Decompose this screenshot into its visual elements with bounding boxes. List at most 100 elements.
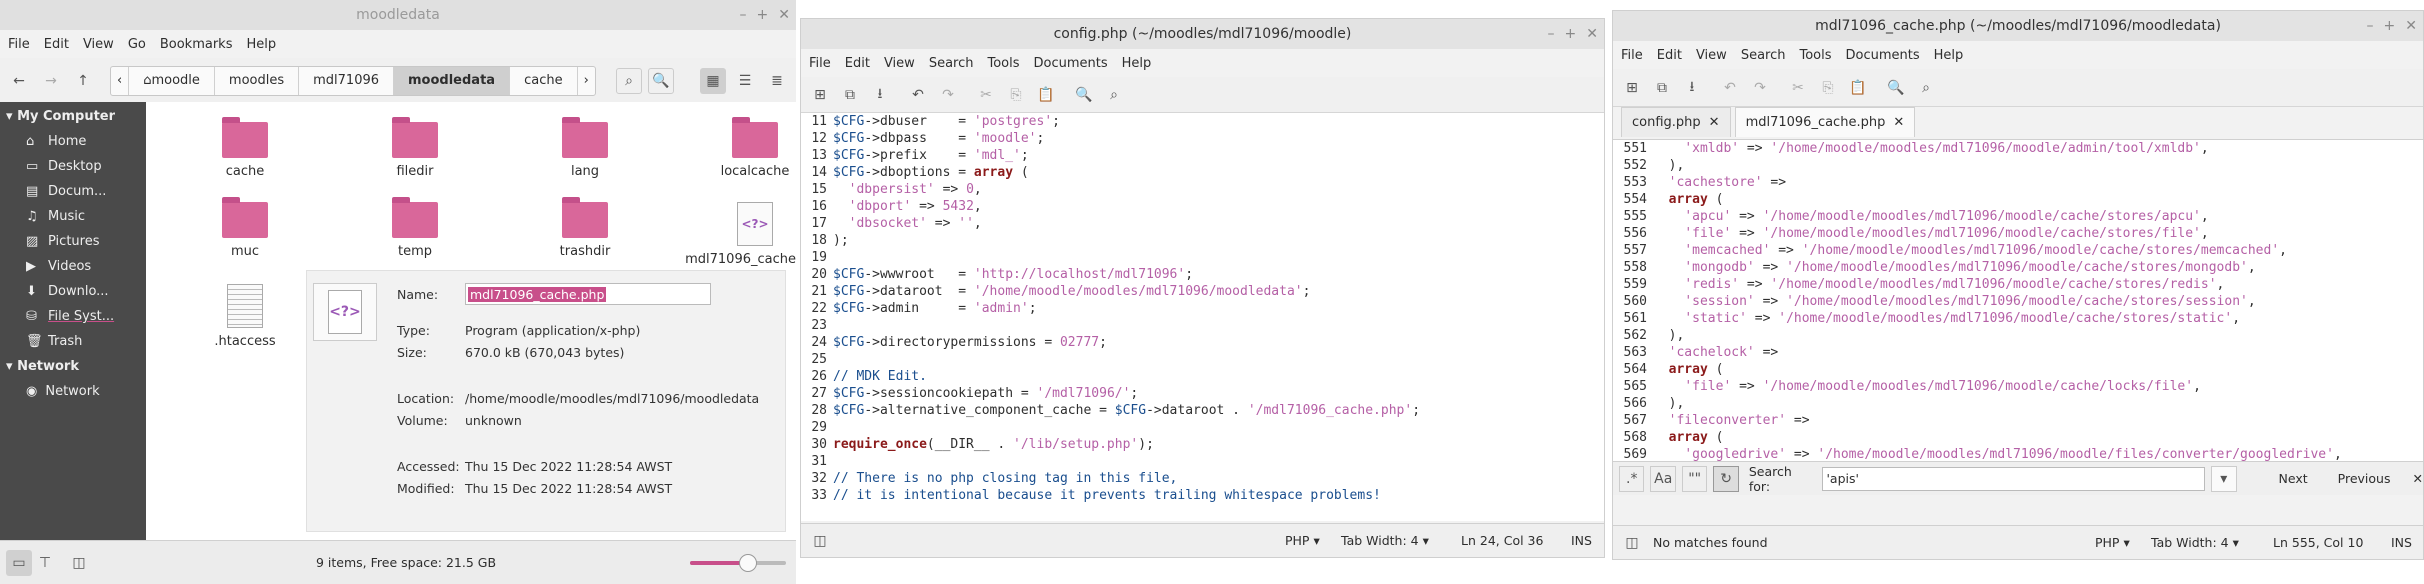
side-panel-icon[interactable]: ◫	[807, 528, 833, 554]
sidebar-item-file-syst[interactable]: ⛁ File Syst...	[0, 304, 146, 329]
file-item-cache[interactable]: cache	[170, 117, 320, 179]
close-icon[interactable]: ✕	[778, 7, 790, 23]
next-button[interactable]: Next	[2265, 467, 2322, 490]
new-file-icon[interactable]: ⊞	[1619, 75, 1645, 101]
file-item-htaccess[interactable]: .htaccess	[170, 284, 320, 349]
wrap-around-toggle[interactable]: ↻	[1713, 465, 1739, 492]
file-item-lang[interactable]: lang	[510, 117, 660, 179]
language-selector[interactable]: PHP ▾	[1285, 533, 1320, 548]
file-item-muc[interactable]: muc	[170, 197, 320, 259]
cut-icon[interactable]: ✂	[973, 82, 999, 108]
breadcrumb-moodledata[interactable]: moodledata	[394, 66, 511, 95]
copy-icon[interactable]: ⎘	[1815, 75, 1841, 101]
undo-icon[interactable]: ↶	[1717, 75, 1743, 101]
menu-view[interactable]: View	[884, 56, 915, 71]
menu-help[interactable]: Help	[246, 37, 276, 52]
minimize-icon[interactable]: –	[2367, 18, 2374, 34]
file-item-trashdir[interactable]: trashdir	[510, 197, 660, 259]
menu-tools[interactable]: Tools	[987, 56, 1019, 71]
editor2-titlebar[interactable]: mdl71096_cache.php (~/moodles/mdl71096/m…	[1613, 11, 2423, 41]
regex-toggle[interactable]: .*	[1619, 465, 1645, 492]
find-replace-icon[interactable]: ⌕	[1101, 82, 1127, 108]
tab-close-icon[interactable]: ✕	[1709, 115, 1720, 130]
menu-help[interactable]: Help	[1122, 56, 1152, 71]
find-icon[interactable]: 🔍	[1071, 82, 1097, 108]
sidebar-item-downlo[interactable]: ⬇ Downlo...	[0, 279, 146, 304]
maximize-icon[interactable]: +	[2384, 18, 2396, 34]
menu-file[interactable]: File	[8, 37, 30, 52]
file-item-temp[interactable]: temp	[340, 197, 490, 259]
redo-icon[interactable]: ↷	[935, 82, 961, 108]
save-icon[interactable]: ⭳	[1679, 75, 1705, 101]
paste-icon[interactable]: 📋	[1845, 75, 1871, 101]
sidebar-item-network[interactable]: ◉ Network	[0, 379, 146, 404]
zoom-slider-handle[interactable]	[738, 554, 757, 572]
file-item-filedir[interactable]: filedir	[340, 117, 490, 179]
menu-tools[interactable]: Tools	[1799, 48, 1831, 63]
sidebar-item-docum[interactable]: ▤ Docum...	[0, 179, 146, 204]
back-icon[interactable]: ←	[6, 68, 32, 94]
new-file-icon[interactable]: ⊞	[807, 82, 833, 108]
up-icon[interactable]: ↑	[70, 68, 96, 94]
find-icon[interactable]: 🔍	[1883, 75, 1909, 101]
code-editor[interactable]: 551 'xmldb' => '/home/moodle/moodles/mdl…	[1613, 139, 2423, 461]
side-panel-icon[interactable]: ◫	[1619, 530, 1645, 556]
find-replace-icon[interactable]: ⌕	[1913, 75, 1939, 101]
tab-close-icon[interactable]: ✕	[1893, 115, 1904, 130]
zoom-slider[interactable]	[690, 554, 786, 572]
copy-icon[interactable]: ⎘	[1003, 82, 1029, 108]
rename-field[interactable]: mdl71096_cache.php	[465, 283, 711, 305]
menu-view[interactable]: View	[1696, 48, 1727, 63]
editor1-titlebar[interactable]: config.php (~/moodles/mdl71096/moodle) –…	[801, 19, 1604, 49]
whole-word-toggle[interactable]: ""	[1681, 465, 1708, 492]
save-icon[interactable]: ⭳	[867, 82, 893, 108]
menu-documents[interactable]: Documents	[1034, 56, 1108, 71]
tab-width-selector[interactable]: Tab Width: 4 ▾	[2151, 535, 2239, 550]
menu-file[interactable]: File	[809, 56, 831, 71]
code-editor[interactable]: 11 $CFG->dbuser = 'postgres'; 12 $CFG->dbpa…	[801, 113, 1604, 521]
paste-icon[interactable]: 📋	[1033, 82, 1059, 108]
list-view-icon[interactable]: ☰	[732, 68, 758, 94]
compact-view-icon[interactable]: ≣	[764, 68, 790, 94]
menu-search[interactable]: Search	[929, 56, 974, 71]
menu-view[interactable]: View	[83, 37, 114, 52]
open-icon[interactable]: ⧉	[1649, 75, 1675, 101]
toggle-location-icon[interactable]: ⌕	[616, 67, 642, 94]
file-item-mdl71096-cache-php[interactable]: <?>mdl71096_cache.php	[680, 202, 796, 267]
sidebar-item-pictures[interactable]: ▨ Pictures	[0, 229, 146, 254]
breadcrumb-moodle[interactable]: ⌂ moodle	[129, 66, 215, 95]
menu-file[interactable]: File	[1621, 48, 1643, 63]
redo-icon[interactable]: ↷	[1747, 75, 1773, 101]
breadcrumb-right-icon[interactable]: ›	[578, 67, 595, 95]
menu-help[interactable]: Help	[1934, 48, 1964, 63]
file-item-localcache[interactable]: localcache	[680, 117, 796, 179]
sidebar-item-music[interactable]: ♫ Music	[0, 204, 146, 229]
forward-icon[interactable]: →	[38, 68, 64, 94]
sidebar-item-trash[interactable]: 🗑 Trash	[0, 329, 146, 354]
menu-edit[interactable]: Edit	[44, 37, 69, 52]
menu-search[interactable]: Search	[1741, 48, 1786, 63]
sidebar-item-desktop[interactable]: ▭ Desktop	[0, 154, 146, 179]
maximize-icon[interactable]: +	[1565, 26, 1577, 42]
cut-icon[interactable]: ✂	[1785, 75, 1811, 101]
tree-icon[interactable]: ⊤	[32, 550, 58, 576]
sidebar-item-home[interactable]: ⌂ Home	[0, 129, 146, 154]
open-icon[interactable]: ⧉	[837, 82, 863, 108]
breadcrumb-left-icon[interactable]: ‹	[111, 66, 130, 95]
breadcrumb-cache[interactable]: cache	[510, 66, 578, 95]
places-icon[interactable]: ▭	[6, 549, 32, 576]
sidebar-item-videos[interactable]: ▶ Videos	[0, 254, 146, 279]
tab-cache-php[interactable]: mdl71096_cache.php ✕	[1734, 107, 1916, 137]
search-history-dropdown[interactable]: ▾	[2211, 465, 2237, 492]
search-input[interactable]: 'apis'	[1821, 466, 2206, 491]
breadcrumb-mdl71096[interactable]: mdl71096	[299, 66, 395, 95]
tab-config-php[interactable]: config.php ✕	[1621, 107, 1731, 137]
file-manager-titlebar[interactable]: moodledata – + ✕	[0, 0, 796, 30]
breadcrumb-moodles[interactable]: moodles	[215, 66, 300, 95]
menu-bookmarks[interactable]: Bookmarks	[160, 37, 233, 52]
close-icon[interactable]: ✕	[2405, 18, 2417, 34]
match-case-toggle[interactable]: Aa	[1650, 465, 1676, 492]
menu-documents[interactable]: Documents	[1846, 48, 1920, 63]
close-search-icon[interactable]: ✕	[2412, 471, 2422, 486]
undo-icon[interactable]: ↶	[905, 82, 931, 108]
